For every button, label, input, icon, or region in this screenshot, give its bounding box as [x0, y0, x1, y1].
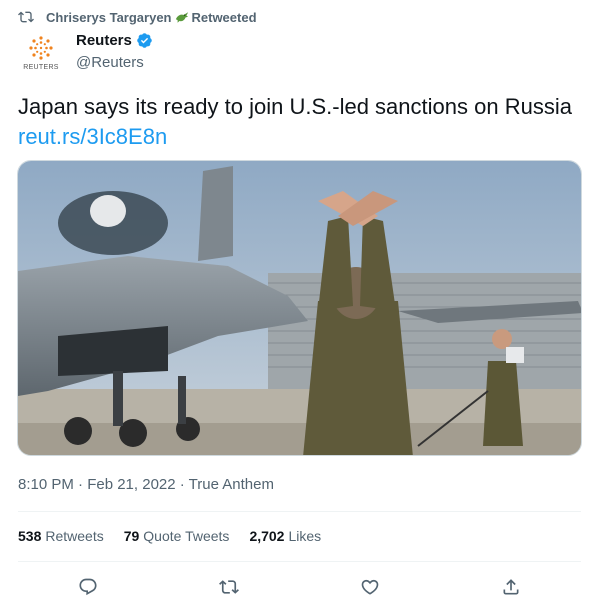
- share-icon: [503, 579, 519, 595]
- crocodile-emoji-icon: [175, 11, 188, 23]
- verified-badge-icon: [137, 33, 152, 48]
- author-names: Reuters @Reuters: [76, 32, 153, 71]
- reuters-logo-icon: [29, 36, 53, 60]
- retweet-small-icon: [18, 11, 34, 23]
- quote-tweets-stat[interactable]: 79 Quote Tweets: [124, 528, 230, 544]
- reply-icon: [79, 578, 97, 596]
- tweet-timestamp[interactable]: 8:10 PM · Feb 21, 2022 · True Anthem: [18, 476, 274, 493]
- retweets-stat[interactable]: 538 Retweets: [18, 528, 104, 544]
- retweeted-by-bar[interactable]: Chriserys Targaryen Retweeted: [18, 8, 257, 26]
- avatar[interactable]: REUTERS: [18, 30, 64, 76]
- fighter-jet-photo-icon: [18, 161, 581, 455]
- display-name[interactable]: Reuters: [76, 32, 132, 49]
- like-icon: [361, 579, 379, 595]
- likes-count: 2,702: [249, 528, 285, 544]
- display-name-row[interactable]: Reuters: [76, 32, 153, 49]
- divider: [18, 561, 581, 562]
- retweeter-name[interactable]: Chriserys Targaryen: [46, 10, 172, 25]
- retweets-label: Retweets: [45, 528, 104, 544]
- tweet-text: Japan says its ready to join U.S.-led sa…: [18, 92, 578, 152]
- retweeted-label: Retweeted: [191, 9, 257, 25]
- avatar-caption: REUTERS: [23, 64, 59, 71]
- tweet-link[interactable]: reut.rs/3Ic8E8n: [18, 124, 167, 149]
- quote-tweets-label: Quote Tweets: [143, 528, 230, 544]
- likes-label: Likes: [288, 528, 322, 544]
- share-button[interactable]: [494, 570, 528, 604]
- retweet-icon: [219, 580, 239, 594]
- retweet-button[interactable]: [212, 570, 246, 604]
- tweet-photo[interactable]: [17, 160, 582, 456]
- divider: [18, 511, 581, 512]
- engagement-stats: 538 Retweets 79 Quote Tweets 2,702 Likes: [18, 528, 341, 544]
- tweet-actions: [18, 570, 578, 604]
- retweets-count: 538: [18, 528, 42, 544]
- author-handle[interactable]: @Reuters: [76, 54, 153, 71]
- reply-button[interactable]: [71, 570, 105, 604]
- likes-stat[interactable]: 2,702 Likes: [249, 528, 321, 544]
- tweet-body: Japan says its ready to join U.S.-led sa…: [18, 94, 572, 119]
- like-button[interactable]: [353, 570, 387, 604]
- tweet-author: REUTERS Reuters @Reuters: [18, 30, 153, 76]
- quote-tweets-count: 79: [123, 528, 140, 544]
